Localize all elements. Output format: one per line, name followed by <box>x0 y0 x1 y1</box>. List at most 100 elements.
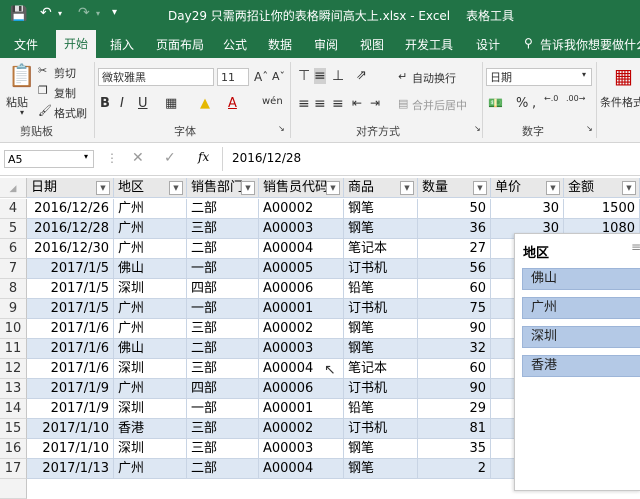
cell-code[interactable]: A00001 <box>259 299 344 319</box>
cell-region[interactable]: 广州 <box>114 199 187 219</box>
cell-region[interactable]: 广州 <box>114 239 187 259</box>
align-top-icon[interactable]: ⊤ <box>298 68 310 84</box>
cut-button[interactable]: 剪切 <box>54 65 76 81</box>
row-header[interactable]: 15 <box>0 419 27 439</box>
cell-dept[interactable]: 四部 <box>187 379 259 399</box>
enter-icon[interactable]: ✓ <box>164 150 176 166</box>
cell-dept[interactable]: 三部 <box>187 419 259 439</box>
borders-icon[interactable]: ▦ <box>165 96 177 111</box>
slicer-item[interactable]: 深圳 <box>522 326 640 348</box>
cell-code[interactable]: A00004 <box>259 459 344 479</box>
format-painter-button[interactable]: 格式刷 <box>54 105 87 121</box>
cell-region[interactable]: 广州 <box>114 299 187 319</box>
row-header[interactable]: 12 <box>0 359 27 379</box>
decrease-indent-icon[interactable]: ⇤ <box>352 96 362 110</box>
conditional-formatting-icon[interactable]: ▦ <box>614 64 633 88</box>
cell-qty[interactable]: 90 <box>418 379 491 399</box>
cell-qty[interactable]: 81 <box>418 419 491 439</box>
fill-color-icon[interactable]: ▲ <box>200 96 210 111</box>
row-header[interactable]: 10 <box>0 319 27 339</box>
cell-qty[interactable]: 60 <box>418 359 491 379</box>
cell-code[interactable]: A00006 <box>259 379 344 399</box>
cell-dept[interactable]: 二部 <box>187 199 259 219</box>
cell-qty[interactable]: 2 <box>418 459 491 479</box>
align-left-icon[interactable]: ≡ <box>298 96 310 112</box>
cell-region[interactable]: 广州 <box>114 379 187 399</box>
cell-item[interactable]: 钢笔 <box>344 459 418 479</box>
format-painter-icon[interactable]: 🖌 <box>38 104 52 117</box>
percent-button[interactable]: % <box>516 96 528 111</box>
cell-date[interactable]: 2016/12/26 <box>27 199 114 219</box>
cell-code[interactable]: A00002 <box>259 419 344 439</box>
column-header-region[interactable]: 地区 ▼ <box>114 178 187 198</box>
paste-icon[interactable]: 📋 <box>8 64 35 89</box>
filter-dropdown-icon[interactable]: ▼ <box>546 181 560 195</box>
copy-button[interactable]: 复制 <box>54 85 76 101</box>
cell-code[interactable]: A00004 <box>259 239 344 259</box>
column-header-price[interactable]: 单价 ▼ <box>491 178 564 198</box>
cell-date[interactable]: 2017/1/6 <box>27 359 114 379</box>
cell-item[interactable]: 订书机 <box>344 419 418 439</box>
cell-date[interactable]: 2017/1/10 <box>27 419 114 439</box>
decrease-decimal-icon[interactable]: .00→ <box>566 94 585 103</box>
cell-date[interactable]: 2016/12/28 <box>27 219 114 239</box>
cell-qty[interactable]: 56 <box>418 259 491 279</box>
cell-dept[interactable]: 三部 <box>187 219 259 239</box>
redo-icon[interactable]: ↷ <box>78 5 90 21</box>
merge-center-button[interactable]: 合并后居中 <box>412 97 467 113</box>
insert-function-button[interactable]: fx <box>198 150 209 164</box>
cut-icon[interactable]: ✂ <box>38 64 47 77</box>
font-size-select[interactable]: 11 <box>217 68 249 86</box>
region-slicer[interactable]: 地区 ≡ 佛山 广州 深圳 香港 <box>514 233 640 491</box>
number-dialog-launcher-icon[interactable]: ↘ <box>586 124 593 133</box>
cell-region[interactable]: 深圳 <box>114 399 187 419</box>
cell-dept[interactable]: 三部 <box>187 439 259 459</box>
cell-code[interactable]: A00003 <box>259 219 344 239</box>
align-middle-icon[interactable]: ≡ <box>314 68 326 84</box>
cell-date[interactable]: 2017/1/9 <box>27 399 114 419</box>
column-header-qty[interactable]: 数量 ▼ <box>418 178 491 198</box>
cell-code[interactable]: A00003 <box>259 339 344 359</box>
filter-dropdown-icon[interactable]: ▼ <box>622 181 636 195</box>
cell-qty[interactable]: 90 <box>418 319 491 339</box>
filter-dropdown-icon[interactable]: ▼ <box>96 181 110 195</box>
filter-dropdown-icon[interactable]: ▼ <box>326 181 340 195</box>
cell-code[interactable]: A00002 <box>259 199 344 219</box>
tab-file[interactable]: 文件 <box>14 36 38 53</box>
font-color-icon[interactable]: A <box>228 96 237 111</box>
cancel-icon[interactable]: ✕ <box>132 150 144 166</box>
cell-dept[interactable]: 二部 <box>187 459 259 479</box>
cell-region[interactable]: 香港 <box>114 419 187 439</box>
tab-home[interactable]: 开始 <box>56 30 97 58</box>
cell-item[interactable]: 笔记本 <box>344 239 418 259</box>
tab-formulas[interactable]: 公式 <box>223 36 247 53</box>
cell-region[interactable]: 深圳 <box>114 279 187 299</box>
cell-item[interactable]: 铅笔 <box>344 399 418 419</box>
phonetic-icon[interactable]: wén <box>262 96 283 107</box>
tab-insert[interactable]: 插入 <box>110 36 134 53</box>
merge-center-icon[interactable]: ▤ <box>398 97 408 110</box>
customize-toolbar-icon[interactable]: ▾ <box>112 7 117 18</box>
currency-icon[interactable]: 💵 <box>488 96 503 110</box>
slicer-item[interactable]: 广州 <box>522 297 640 319</box>
align-right-icon[interactable]: ≡ <box>332 96 344 112</box>
cell-code[interactable]: A00003 <box>259 439 344 459</box>
column-header-dept[interactable]: 销售部门 ▼ <box>187 178 259 198</box>
cell-date[interactable]: 2017/1/9 <box>27 379 114 399</box>
column-header-date[interactable]: 日期 ▼ <box>27 178 114 198</box>
row-header[interactable]: 6 <box>0 239 27 259</box>
cell-region[interactable]: 深圳 <box>114 359 187 379</box>
multi-select-icon[interactable]: ≡ <box>631 240 640 254</box>
cell-qty[interactable]: 75 <box>418 299 491 319</box>
row-header[interactable] <box>0 479 27 499</box>
cell-date[interactable]: 2017/1/5 <box>27 279 114 299</box>
align-center-icon[interactable]: ≡ <box>314 96 326 112</box>
cell-date[interactable]: 2017/1/5 <box>27 259 114 279</box>
increase-indent-icon[interactable]: ⇥ <box>370 96 380 110</box>
tab-view[interactable]: 视图 <box>360 36 384 53</box>
row-header[interactable]: 9 <box>0 299 27 319</box>
cell-price[interactable]: 30 <box>491 199 564 219</box>
filter-dropdown-icon[interactable]: ▼ <box>241 181 255 195</box>
italic-button[interactable]: I <box>120 96 124 111</box>
row-header[interactable]: 4 <box>0 199 27 219</box>
